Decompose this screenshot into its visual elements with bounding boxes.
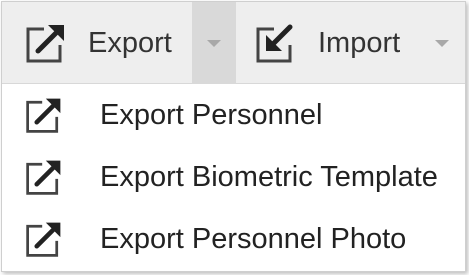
import-button[interactable]: Import <box>236 2 422 84</box>
toolbar: Export Import <box>2 2 465 84</box>
export-dropdown-toggle[interactable] <box>192 2 236 84</box>
menu-item-export-biometric-template[interactable]: Export Biometric Template <box>2 146 465 208</box>
import-icon <box>254 21 298 65</box>
chevron-down-icon <box>435 39 449 47</box>
export-button[interactable]: Export <box>2 2 192 84</box>
export-icon <box>24 219 64 259</box>
import-dropdown-toggle[interactable] <box>422 2 462 84</box>
export-menu: Export Personnel Export Biometric Templa… <box>2 84 465 270</box>
menu-item-label: Export Personnel Photo <box>100 222 407 255</box>
menu-item-export-personnel[interactable]: Export Personnel <box>2 84 465 146</box>
menu-item-label: Export Biometric Template <box>100 160 438 193</box>
export-icon <box>24 157 64 197</box>
export-icon <box>24 95 64 135</box>
export-label: Export <box>88 26 172 59</box>
export-icon <box>24 21 68 65</box>
menu-item-label: Export Personnel <box>100 98 323 131</box>
export-dropdown-panel: Export Import Export Personnel Export Bi… <box>1 1 466 272</box>
chevron-down-icon <box>207 39 221 47</box>
import-label: Import <box>318 26 401 59</box>
menu-item-export-personnel-photo[interactable]: Export Personnel Photo <box>2 208 465 270</box>
